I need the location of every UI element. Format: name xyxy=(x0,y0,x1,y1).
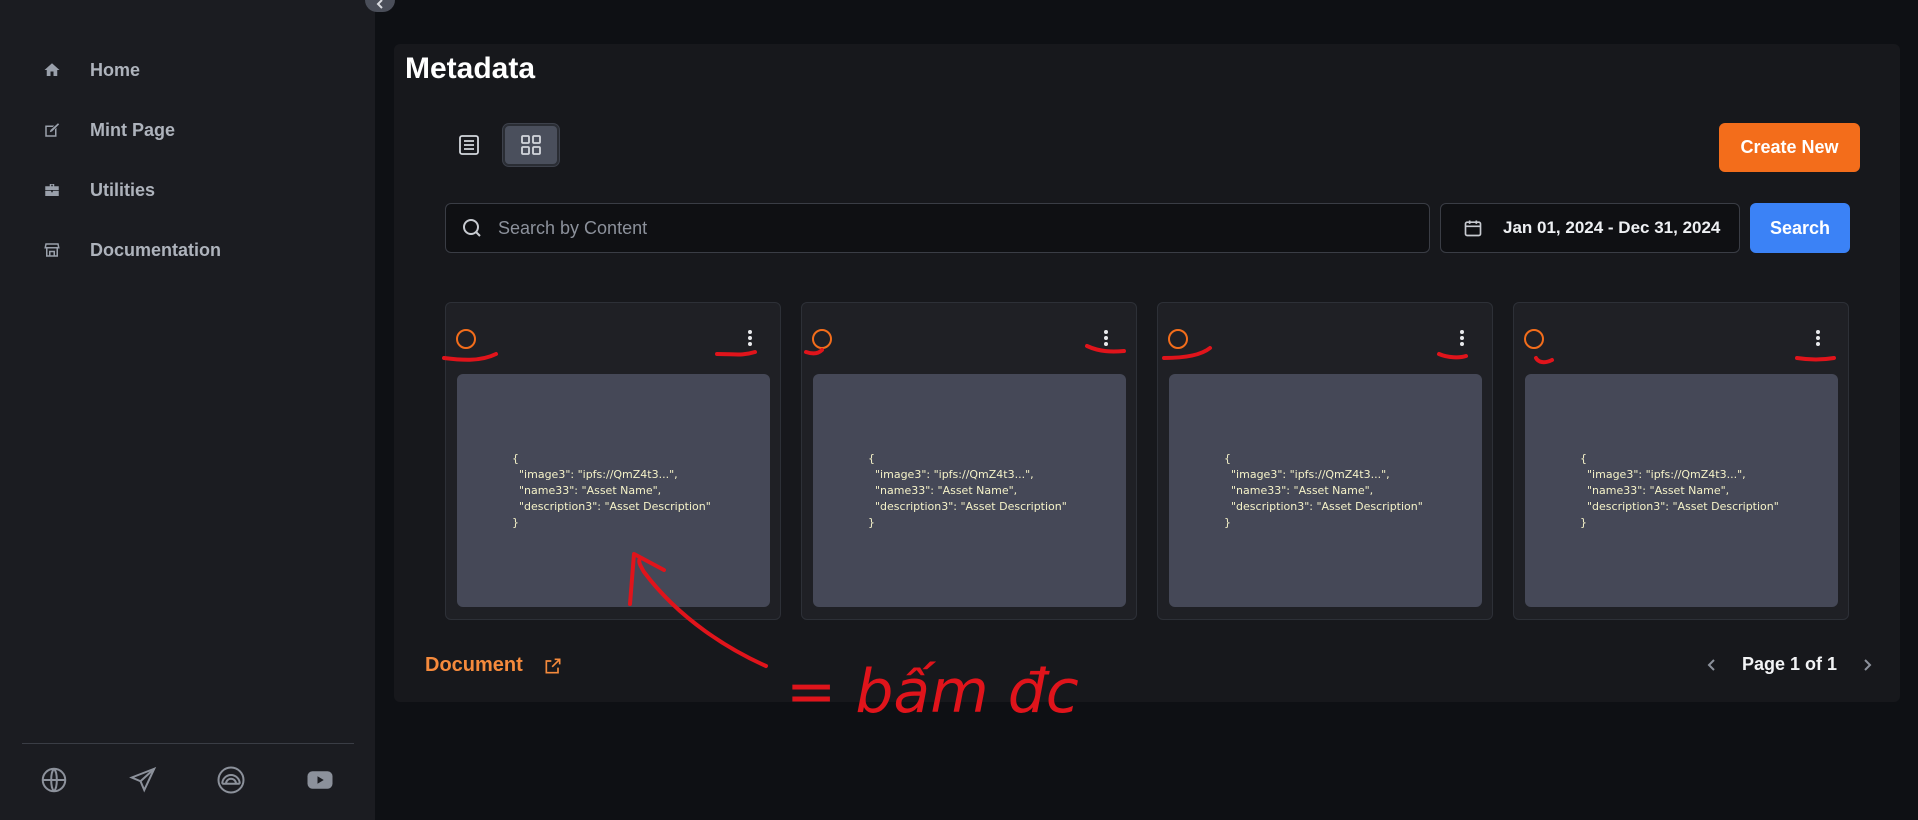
card-select-radio[interactable] xyxy=(1168,329,1188,349)
card-json-content: { "image3": "ipfs://QmZ4t3...", "name33"… xyxy=(868,452,1067,529)
more-vertical-icon xyxy=(1460,330,1464,334)
more-vertical-icon xyxy=(1816,330,1820,334)
card-content-preview[interactable]: { "image3": "ipfs://QmZ4t3...", "name33"… xyxy=(813,374,1126,607)
view-toggle xyxy=(441,124,559,166)
page-indicator: Page 1 of 1 xyxy=(1742,654,1838,674)
mint-icon xyxy=(40,118,64,142)
date-range-value: Jan 01, 2024 - Dec 31, 2024 xyxy=(1503,218,1721,237)
search-input[interactable] xyxy=(498,217,1398,239)
metadata-card-grid: { "image3": "ipfs://QmZ4t3...", "name33"… xyxy=(445,302,1849,620)
metadata-card: { "image3": "ipfs://QmZ4t3...", "name33"… xyxy=(1513,302,1849,620)
chevron-right-icon xyxy=(1864,658,1872,671)
pagination: Page 1 of 1 xyxy=(1702,654,1877,675)
sidebar-item-label: Mint Page xyxy=(90,119,176,140)
grid-view-button[interactable] xyxy=(503,124,559,166)
more-vertical-icon xyxy=(748,330,752,334)
home-icon xyxy=(40,58,64,82)
card-content-preview[interactable]: { "image3": "ipfs://QmZ4t3...", "name33"… xyxy=(1169,374,1482,607)
grid-icon xyxy=(521,135,541,155)
next-page-button[interactable] xyxy=(1857,655,1877,675)
sidebar-item-label: Home xyxy=(90,59,141,80)
card-json-content: { "image3": "ipfs://QmZ4t3...", "name33"… xyxy=(1580,452,1779,529)
card-json-content: { "image3": "ipfs://QmZ4t3...", "name33"… xyxy=(1224,452,1423,529)
card-select-radio[interactable] xyxy=(812,329,832,349)
chevron-left-icon xyxy=(376,0,383,9)
sidebar-item-label: Utilities xyxy=(90,179,156,200)
sidebar-item-utilities[interactable]: Utilities xyxy=(40,160,221,220)
list-view-button[interactable] xyxy=(441,124,497,166)
card-content-preview[interactable]: { "image3": "ipfs://QmZ4t3...", "name33"… xyxy=(457,374,770,607)
date-range-picker[interactable]: Jan 01, 2024 - Dec 31, 2024 xyxy=(1440,203,1740,253)
list-icon xyxy=(459,135,479,155)
store-icon xyxy=(40,238,64,262)
external-link-icon xyxy=(545,658,561,673)
sidebar-item-home[interactable]: Home xyxy=(40,40,221,100)
card-more-menu[interactable] xyxy=(1098,327,1114,349)
chevron-left-icon xyxy=(1707,658,1715,671)
more-vertical-icon xyxy=(1104,330,1108,334)
search-field xyxy=(445,203,1430,253)
metadata-panel: Metadata Create New Jan 01, 2024 - Dec 3… xyxy=(394,44,1900,702)
sidebar-divider xyxy=(22,743,354,744)
toolbox-icon xyxy=(40,178,64,202)
card-more-menu[interactable] xyxy=(1454,327,1470,349)
globe-icon[interactable] xyxy=(36,762,72,798)
metadata-card: { "image3": "ipfs://QmZ4t3...", "name33"… xyxy=(801,302,1137,620)
card-more-menu[interactable] xyxy=(742,327,758,349)
sidebar-item-documentation[interactable]: Documentation xyxy=(40,220,221,280)
sidebar-nav: Home Mint Page Utilities Documentation xyxy=(40,40,221,280)
rainbow-icon[interactable] xyxy=(213,762,249,798)
prev-page-button[interactable] xyxy=(1702,655,1722,675)
youtube-icon[interactable] xyxy=(302,762,338,798)
document-link[interactable]: Document xyxy=(425,654,563,677)
page-title: Metadata xyxy=(405,52,536,85)
calendar-icon xyxy=(1464,220,1482,237)
card-more-menu[interactable] xyxy=(1810,327,1826,349)
sidebar-item-mint-page[interactable]: Mint Page xyxy=(40,100,221,160)
search-icon xyxy=(463,219,481,237)
card-content-preview[interactable]: { "image3": "ipfs://QmZ4t3...", "name33"… xyxy=(1525,374,1838,607)
search-button[interactable]: Search xyxy=(1750,203,1850,253)
create-new-button[interactable]: Create New xyxy=(1719,123,1860,172)
send-icon[interactable] xyxy=(125,762,161,798)
card-json-content: { "image3": "ipfs://QmZ4t3...", "name33"… xyxy=(512,452,711,529)
sidebar: Home Mint Page Utilities Documentation xyxy=(0,0,375,820)
document-link-label: Document xyxy=(425,654,523,676)
card-select-radio[interactable] xyxy=(456,329,476,349)
sidebar-item-label: Documentation xyxy=(90,239,222,260)
card-select-radio[interactable] xyxy=(1524,329,1544,349)
social-links xyxy=(36,762,338,798)
metadata-card: { "image3": "ipfs://QmZ4t3...", "name33"… xyxy=(1157,302,1493,620)
metadata-card: { "image3": "ipfs://QmZ4t3...", "name33"… xyxy=(445,302,781,620)
